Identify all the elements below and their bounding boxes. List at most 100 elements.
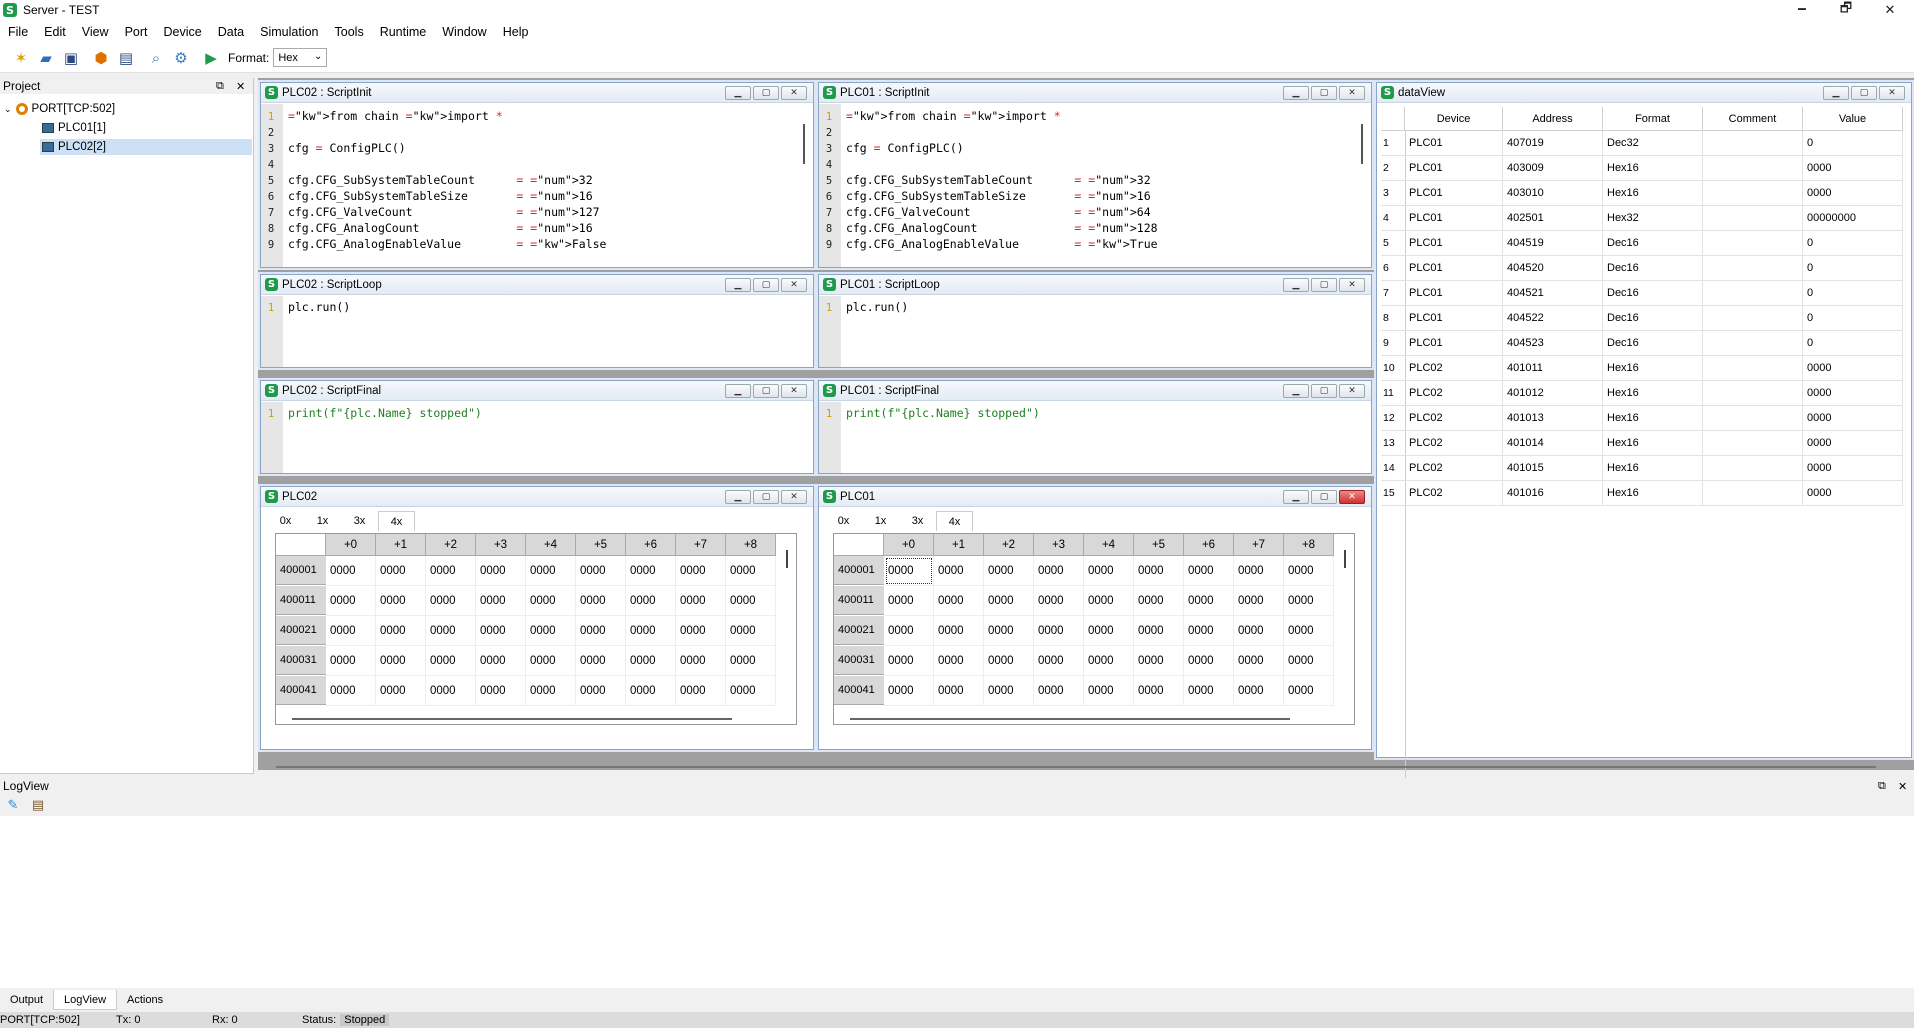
register-cell[interactable]: 0000 <box>1134 556 1184 586</box>
tab-3x[interactable]: 3x <box>341 511 378 531</box>
table-cell[interactable] <box>1703 381 1803 406</box>
register-cell[interactable]: 0000 <box>326 646 376 676</box>
register-cell[interactable]: 0000 <box>884 556 934 586</box>
register-cell[interactable]: 0000 <box>626 556 676 586</box>
register-cell[interactable]: 0000 <box>376 556 426 586</box>
table-cell[interactable]: Dec16 <box>1603 281 1703 306</box>
column-header[interactable]: +7 <box>1234 534 1284 556</box>
row-number[interactable]: 3 <box>1381 181 1405 206</box>
minimize-button[interactable]: ▁ <box>725 384 751 398</box>
table-cell[interactable]: Hex16 <box>1603 156 1703 181</box>
menu-edit[interactable]: Edit <box>36 25 74 39</box>
minimize-button[interactable]: ▁ <box>1283 278 1309 292</box>
table-cell[interactable]: Dec16 <box>1603 306 1703 331</box>
register-cell[interactable]: 0000 <box>984 676 1034 706</box>
register-cell[interactable]: 0000 <box>1084 586 1134 616</box>
table-cell[interactable]: 0000 <box>1803 381 1903 406</box>
column-header[interactable]: Value <box>1803 107 1903 131</box>
menu-simulation[interactable]: Simulation <box>252 25 326 39</box>
table-cell[interactable]: 401011 <box>1503 356 1603 381</box>
column-header[interactable]: +6 <box>1184 534 1234 556</box>
menu-data[interactable]: Data <box>210 25 252 39</box>
row-header[interactable]: 400011 <box>834 586 884 615</box>
register-cell[interactable]: 0000 <box>326 616 376 646</box>
column-header[interactable]: +6 <box>626 534 676 556</box>
table-cell[interactable] <box>1703 406 1803 431</box>
row-number[interactable]: 4 <box>1381 206 1405 231</box>
register-cell[interactable]: 0000 <box>476 556 526 586</box>
table-cell[interactable]: Hex16 <box>1603 406 1703 431</box>
table-cell[interactable] <box>1703 481 1803 506</box>
register-cell[interactable]: 0000 <box>376 646 426 676</box>
register-cell[interactable]: 0000 <box>984 646 1034 676</box>
register-cell[interactable]: 0000 <box>884 676 934 706</box>
register-cell[interactable]: 0000 <box>1284 676 1334 706</box>
register-cell[interactable]: 0000 <box>1184 556 1234 586</box>
table-cell[interactable]: 0 <box>1803 131 1903 156</box>
column-header[interactable]: +0 <box>884 534 934 556</box>
register-cell[interactable]: 0000 <box>1284 646 1334 676</box>
table-cell[interactable]: PLC01 <box>1405 306 1503 331</box>
row-number[interactable]: 14 <box>1381 456 1405 481</box>
register-cell[interactable]: 0000 <box>1084 556 1134 586</box>
tab-0x[interactable]: 0x <box>267 511 304 531</box>
table-cell[interactable]: 0000 <box>1803 456 1903 481</box>
tab-0x[interactable]: 0x <box>825 511 862 531</box>
table-cell[interactable]: PLC02 <box>1405 406 1503 431</box>
maximize-button[interactable]: ▢ <box>753 278 779 292</box>
register-cell[interactable]: 0000 <box>576 586 626 616</box>
register-cell[interactable]: 0000 <box>476 646 526 676</box>
close-button[interactable]: ✕ <box>1868 0 1912 20</box>
register-cell[interactable]: 0000 <box>526 616 576 646</box>
register-cell[interactable]: 0000 <box>1234 556 1284 586</box>
table-cell[interactable]: PLC01 <box>1405 131 1503 156</box>
register-cell[interactable]: 0000 <box>1234 646 1284 676</box>
table-cell[interactable]: 0 <box>1803 281 1903 306</box>
tree-item-plc01[interactable]: PLC01[1] <box>42 120 106 136</box>
table-cell[interactable]: 401015 <box>1503 456 1603 481</box>
menu-port[interactable]: Port <box>117 25 156 39</box>
register-cell[interactable]: 0000 <box>726 586 776 616</box>
table-cell[interactable] <box>1703 431 1803 456</box>
tab-3x[interactable]: 3x <box>899 511 936 531</box>
code-editor[interactable]: 1 plc.run() <box>819 296 1371 367</box>
table-cell[interactable]: 0000 <box>1803 156 1903 181</box>
scrollbar[interactable] <box>786 550 788 568</box>
code-editor[interactable]: 1 ="kw">from chain ="kw">import * 2 3 cfg… <box>261 104 813 267</box>
register-cell[interactable]: 0000 <box>626 586 676 616</box>
column-header[interactable]: Comment <box>1703 107 1803 131</box>
table-cell[interactable]: 0000 <box>1803 406 1903 431</box>
register-cell[interactable]: 0000 <box>526 586 576 616</box>
table-cell[interactable]: 00000000 <box>1803 206 1903 231</box>
register-cell[interactable]: 0000 <box>1084 646 1134 676</box>
table-cell[interactable]: Hex16 <box>1603 456 1703 481</box>
close-button[interactable]: ✕ <box>781 384 807 398</box>
format-select[interactable]: Hex ⌄ <box>273 48 328 67</box>
close-button[interactable]: ✕ <box>1879 86 1905 100</box>
table-cell[interactable] <box>1703 331 1803 356</box>
register-cell[interactable]: 0000 <box>376 676 426 706</box>
float-icon[interactable]: ⧉ <box>1878 779 1886 793</box>
plc02-scriptloop-window[interactable]: S PLC02 : ScriptLoop ▁ ▢ ✕ 1 plc.run() <box>260 274 814 368</box>
expand-icon[interactable]: ⌄ <box>4 104 12 115</box>
register-cell[interactable]: 0000 <box>676 676 726 706</box>
register-cell[interactable]: 0000 <box>426 586 476 616</box>
table-cell[interactable]: 0000 <box>1803 356 1903 381</box>
table-cell[interactable]: PLC01 <box>1405 281 1503 306</box>
minimize-button[interactable]: ▁ <box>725 278 751 292</box>
code-editor[interactable]: 1 print(f"{plc.Name} stopped") <box>819 402 1371 473</box>
register-cell[interactable]: 0000 <box>576 676 626 706</box>
table-cell[interactable]: 403010 <box>1503 181 1603 206</box>
column-header[interactable]: +0 <box>326 534 376 556</box>
float-icon[interactable]: ⧉ <box>216 79 224 93</box>
table-cell[interactable]: Hex32 <box>1603 206 1703 231</box>
table-cell[interactable]: 403009 <box>1503 156 1603 181</box>
maximize-button[interactable]: ▢ <box>753 490 779 504</box>
menu-device[interactable]: Device <box>156 25 210 39</box>
row-header[interactable]: 400021 <box>276 616 326 645</box>
row-header[interactable]: 400011 <box>276 586 326 615</box>
row-number[interactable]: 12 <box>1381 406 1405 431</box>
column-header[interactable]: +4 <box>1084 534 1134 556</box>
search-icon[interactable]: ⌕ <box>145 47 167 69</box>
row-number[interactable]: 10 <box>1381 356 1405 381</box>
